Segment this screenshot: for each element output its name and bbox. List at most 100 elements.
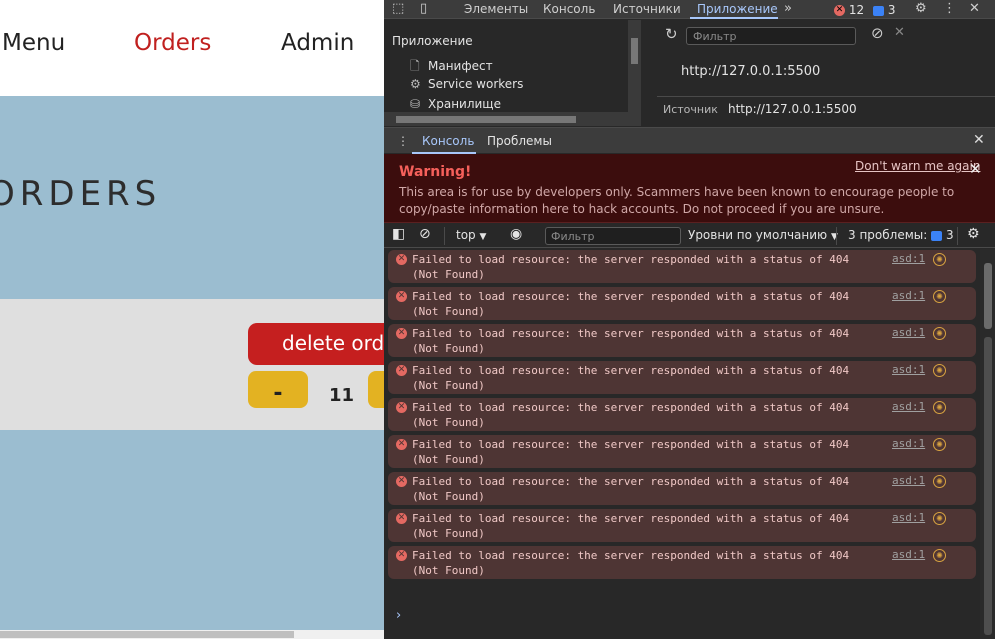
console-error-entry[interactable]: ✕ Failed to load resource: the server res… [388,361,976,394]
toolbar-divider [836,227,837,245]
console-error-entry[interactable]: ✕ Failed to load resource: the server res… [388,324,976,357]
error-icon: ✕ [396,291,407,302]
sidebar-item-storage[interactable]: ⛁ Хранилище [410,97,501,111]
clear-icon[interactable]: ⊘ [871,24,884,42]
ai-explain-icon[interactable]: ✺ [933,438,946,451]
tab-elements[interactable]: Элементы [464,2,528,16]
console-error-entry[interactable]: ✕ Failed to load resource: the server res… [388,546,976,579]
warning-body: This area is for use by developers only.… [399,185,955,216]
toolbar-divider [444,227,445,245]
error-icon: ✕ [396,513,407,524]
source-link[interactable]: asd:1 [892,511,925,524]
settings-icon[interactable]: ⚙ [915,1,927,16]
site-horizontal-scrollbar[interactable] [0,630,384,639]
ai-explain-icon[interactable]: ✺ [933,549,946,562]
dont-warn-link[interactable]: Don't warn me again [855,159,980,173]
console-prompt[interactable]: › [396,608,401,623]
log-levels-dropdown[interactable]: Уровни по умолчанию ▼ [688,228,838,242]
issues-counter[interactable]: 3 проблемы: 3 [848,228,954,242]
console-error-entry[interactable]: ✕ Failed to load resource: the server res… [388,250,976,283]
console-error-entry[interactable]: ✕ Failed to load resource: the server res… [388,509,976,542]
message-icon [873,5,884,16]
close-drawer-icon[interactable]: ✕ [973,132,985,148]
sidebar-toggle-icon[interactable]: ◧ [392,226,405,242]
source-link[interactable]: asd:1 [892,437,925,450]
scrollbar-thumb[interactable] [0,631,294,638]
issues-count: 3 [945,228,954,242]
nav-link-admin[interactable]: Admin [281,30,354,56]
console-filter-input[interactable]: Фильтр [545,227,681,245]
delete-order-button[interactable]: delete order [248,323,384,365]
source-link[interactable]: asd:1 [892,400,925,413]
console-error-entry[interactable]: ✕ Failed to load resource: the server res… [388,435,976,468]
source-link[interactable]: asd:1 [892,326,925,339]
console-vertical-scrollbar[interactable] [980,249,995,639]
error-message: Failed to load resource: the server resp… [412,475,850,503]
ai-explain-icon[interactable]: ✺ [933,401,946,414]
ai-explain-icon[interactable]: ✺ [933,512,946,525]
frame-url: http://127.0.0.1:5500 [681,64,821,79]
nav-link-menu[interactable]: Menu [2,30,65,56]
context-label: top [456,228,476,242]
sidebar-vertical-scrollbar[interactable] [628,20,641,112]
ai-explain-icon[interactable]: ✺ [933,253,946,266]
more-options-icon[interactable]: ⋮ [943,1,956,16]
document-icon: 🗋 [410,59,420,73]
quantity-value: 11 [329,385,355,406]
inspect-element-icon[interactable]: ⬚ [392,1,404,16]
scrollbar-thumb[interactable] [631,38,638,64]
ai-explain-icon[interactable]: ✺ [933,364,946,377]
sidebar-horizontal-scrollbar[interactable] [384,112,641,126]
close-warning-icon[interactable]: ✕ [969,160,982,178]
console-settings-icon[interactable]: ⚙ [967,226,980,242]
more-tabs-icon[interactable]: » [784,1,792,16]
delete-icon[interactable]: ✕ [894,25,905,40]
drawer-menu-icon[interactable]: ⋮ [397,134,409,148]
nav-link-orders[interactable]: Orders [134,30,211,56]
toolbar-divider [957,227,958,245]
increase-quantity-button[interactable] [368,371,384,408]
error-counter[interactable]: ✕ 12 [834,3,864,17]
ai-explain-icon[interactable]: ✺ [933,290,946,303]
source-link[interactable]: asd:1 [892,363,925,376]
ai-explain-icon[interactable]: ✺ [933,475,946,488]
live-expression-eye-icon[interactable]: ◉ [510,226,522,242]
message-counter[interactable]: 3 [873,3,895,17]
tab-application[interactable]: Приложение [697,2,778,16]
drawer-tab-issues[interactable]: Проблемы [487,134,552,148]
tab-sources[interactable]: Источники [613,2,681,16]
decrease-quantity-button[interactable]: - [248,371,308,408]
scrollbar-thumb[interactable] [396,116,576,123]
context-selector[interactable]: top ▼ [456,228,486,242]
clear-console-icon[interactable]: ⊘ [419,226,431,242]
source-link[interactable]: asd:1 [892,289,925,302]
close-icon[interactable]: ✕ [969,1,980,16]
error-count: 12 [848,3,865,17]
scrollbar-thumb[interactable] [984,263,992,329]
application-filter-input[interactable]: Фильтр [686,27,856,45]
application-main: ↻ Фильтр ⊘ ✕ http://127.0.0.1:5500 Источ… [657,20,995,126]
refresh-icon[interactable]: ↻ [665,25,678,43]
console-error-entry[interactable]: ✕ Failed to load resource: the server res… [388,398,976,431]
error-icon: ✕ [396,476,407,487]
page-title: ORDERS [0,174,162,214]
console-log: ✕ Failed to load resource: the server res… [384,249,980,603]
error-message: Failed to load resource: the server resp… [412,512,850,540]
error-message: Failed to load resource: the server resp… [412,549,850,577]
sidebar-item-manifest[interactable]: 🗋 Манифест [410,57,493,78]
tab-console[interactable]: Консоль [543,2,595,16]
console-error-entry[interactable]: ✕ Failed to load resource: the server res… [388,287,976,320]
site-navbar: Menu Orders Admin [0,0,384,96]
console-error-entry[interactable]: ✕ Failed to load resource: the server res… [388,472,976,505]
source-link[interactable]: asd:1 [892,252,925,265]
device-toolbar-icon[interactable]: ▯ [420,1,427,16]
source-link[interactable]: asd:1 [892,474,925,487]
error-icon: ✕ [396,402,407,413]
ai-explain-icon[interactable]: ✺ [933,327,946,340]
drawer-tab-console[interactable]: Консоль [422,134,474,148]
source-link[interactable]: asd:1 [892,548,925,561]
sidebar-item-service-workers[interactable]: ⚙ Service workers [410,77,523,91]
sidebar-item-label: Манифест [428,59,493,73]
devtools-tabbar: ⬚ ▯ Элементы Консоль Источники Приложени… [384,0,995,19]
error-icon: ✕ [834,5,845,16]
